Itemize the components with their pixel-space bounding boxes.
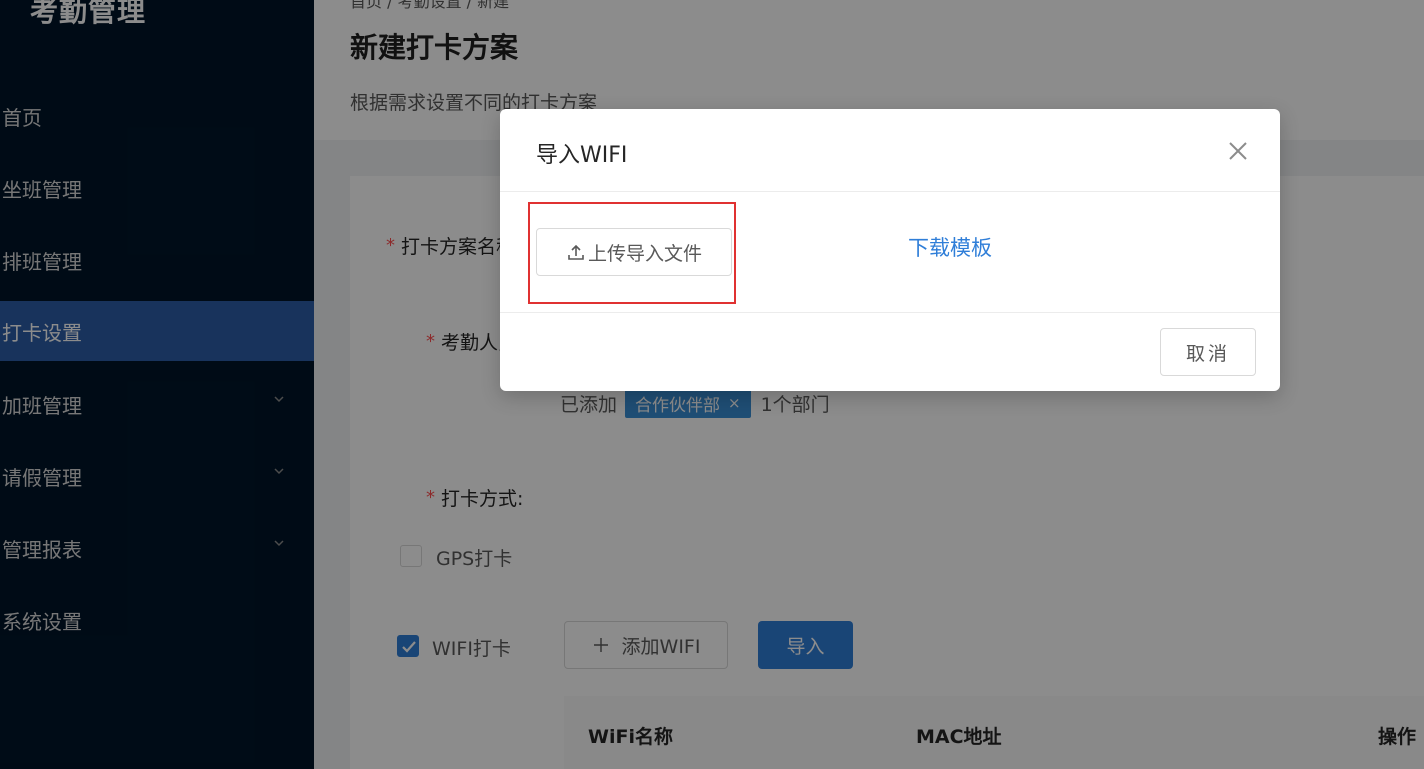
upload-icon: [568, 244, 584, 260]
cancel-button[interactable]: 取消: [1160, 328, 1256, 376]
close-icon[interactable]: [1226, 139, 1250, 163]
import-wifi-modal: 导入WIFI 上传导入文件 下载模板 取消: [500, 109, 1280, 391]
modal-body: 上传导入文件 下载模板: [500, 192, 1280, 313]
download-template-link[interactable]: 下载模板: [908, 232, 992, 262]
modal-header: 导入WIFI: [500, 109, 1280, 192]
modal-title: 导入WIFI: [536, 143, 628, 168]
upload-file-button[interactable]: 上传导入文件: [536, 228, 732, 276]
